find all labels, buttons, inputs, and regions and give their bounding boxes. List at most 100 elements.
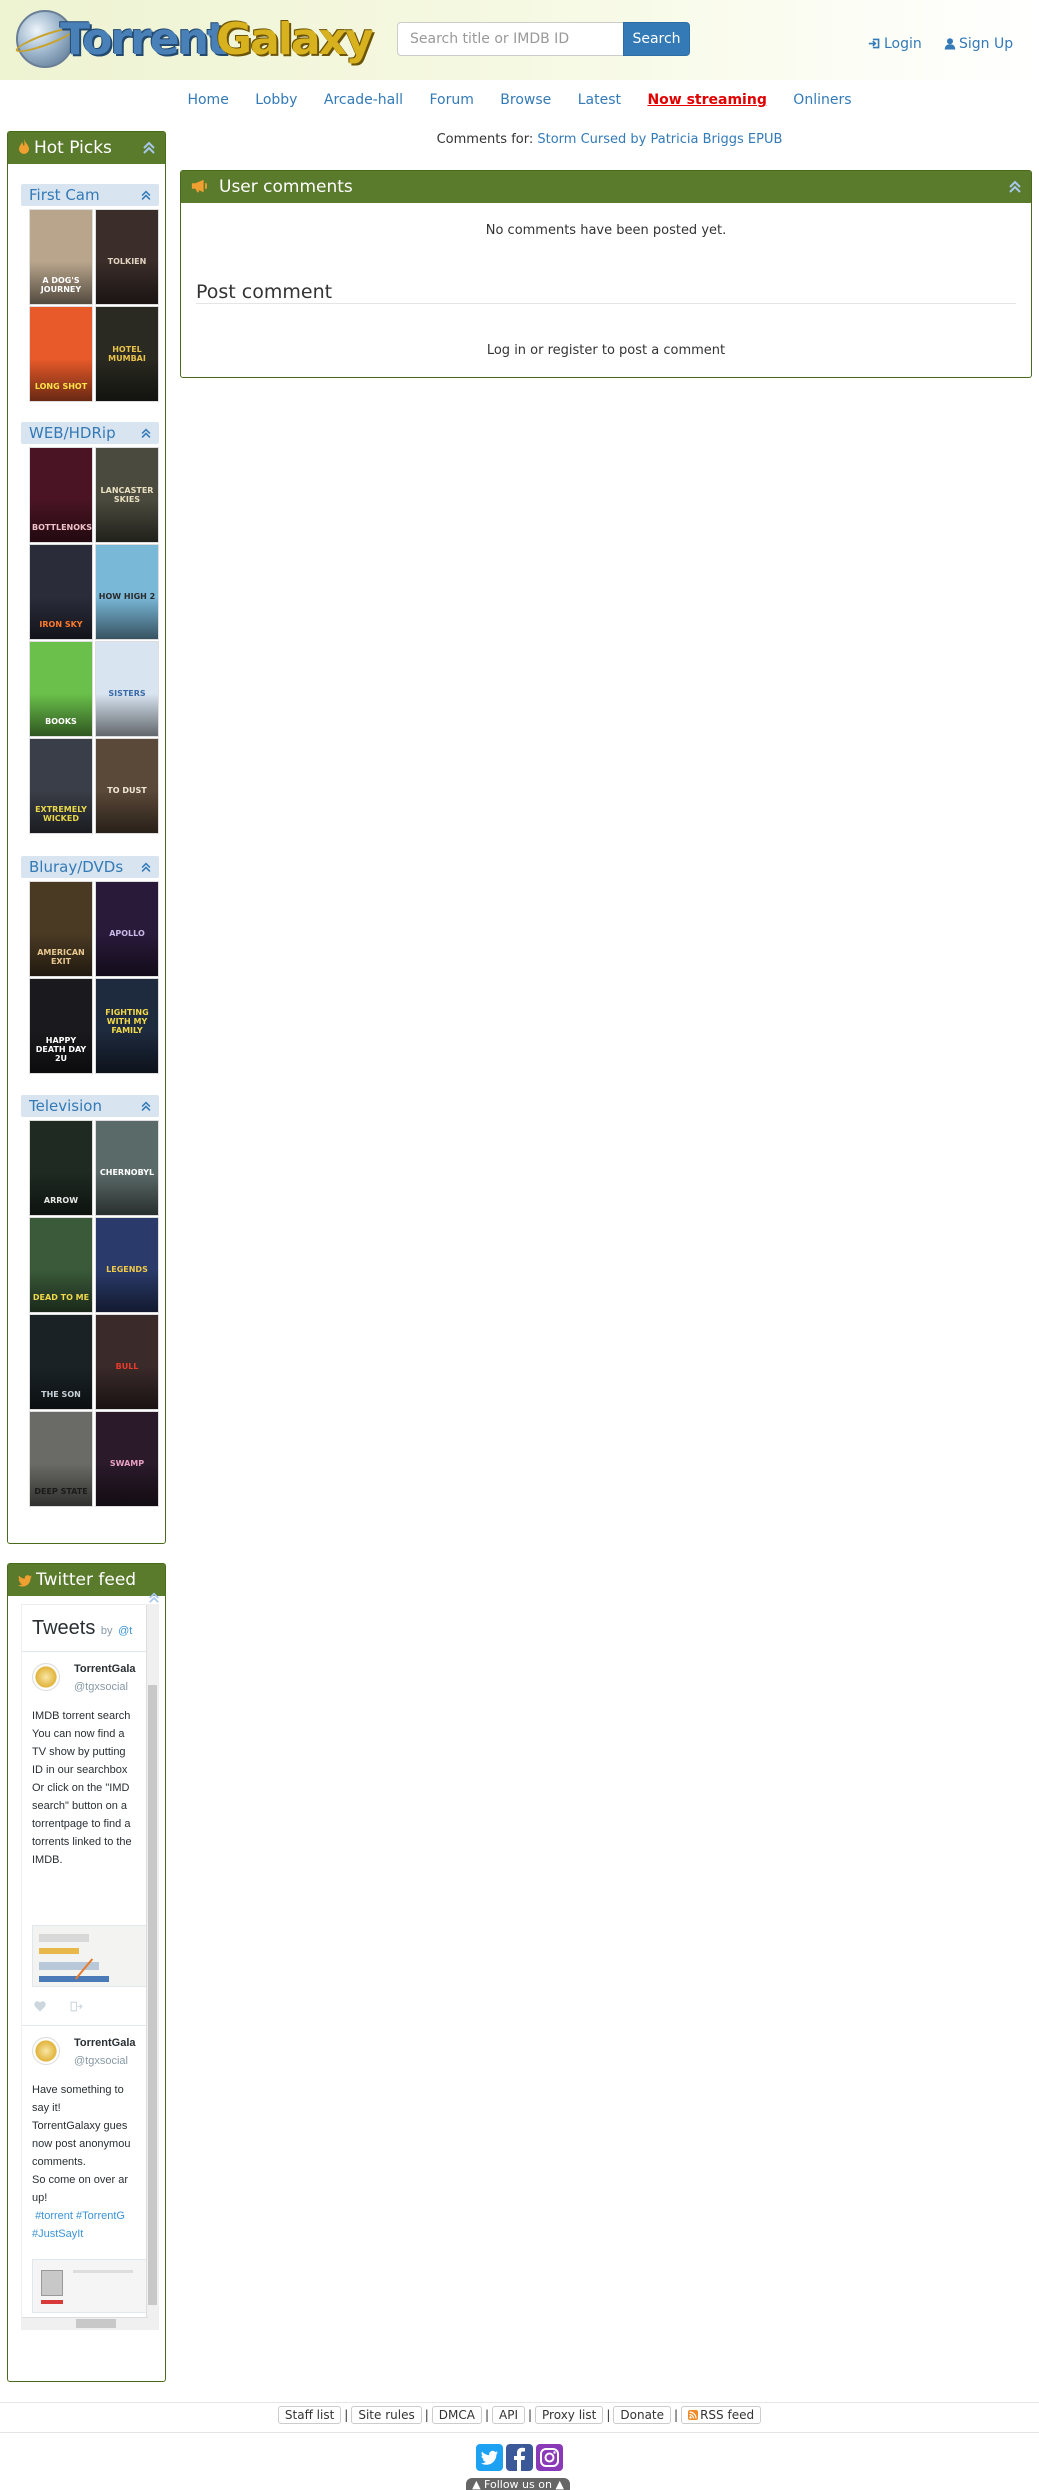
hashtag-link[interactable]: #TorrentG <box>76 2210 125 2222</box>
tweet-text: Have something to say it! TorrentGalaxy … <box>32 2084 131 2240</box>
category-web-hdrip: WEB/HDRip BOTTLENOKS LANCASTER SKIES IRON … <box>21 422 159 834</box>
poster-thumbnail[interactable]: DEAD TO ME <box>29 1217 93 1313</box>
hot-picks-panel: Hot Picks First Cam A DOG'S JOURNEY TOLKI… <box>7 131 166 1544</box>
collapse-up-icon[interactable] <box>1009 180 1021 194</box>
megaphone-icon <box>191 179 207 193</box>
facebook-icon[interactable] <box>506 2444 533 2471</box>
nav-home[interactable]: Home <box>187 92 228 108</box>
footer-staff-list[interactable]: Staff list <box>277 2406 342 2424</box>
poster-thumbnail[interactable]: HAPPY DEATH DAY 2U <box>29 978 93 1074</box>
hot-picks-header[interactable]: Hot Picks <box>8 132 165 164</box>
twitter-vertical-scrollbar[interactable] <box>146 1605 158 2329</box>
collapse-up-icon[interactable] <box>141 1101 151 1112</box>
collapse-up-icon[interactable] <box>141 190 151 201</box>
collapse-up-icon[interactable] <box>141 862 151 873</box>
poster-thumbnail[interactable]: BOOKS <box>29 641 93 737</box>
poster-thumbnail[interactable]: TO DUST <box>95 738 159 834</box>
poster-thumbnail[interactable]: TOLKIEN <box>95 209 159 305</box>
follow-us-tab[interactable]: ▲ Follow us on ▲ <box>466 2478 570 2490</box>
poster-thumbnail[interactable]: AMERICAN EXIT <box>29 881 93 977</box>
tweet-author-handle[interactable]: @tgxsocial <box>74 1681 128 1693</box>
poster-thumbnail[interactable]: THE SON <box>29 1314 93 1410</box>
signup-link[interactable]: Sign Up <box>944 36 1013 52</box>
poster-thumbnail[interactable]: IRON SKY <box>29 544 93 640</box>
poster-title: TO DUST <box>107 786 147 795</box>
twitter-header[interactable]: Twitter feed <box>8 1564 165 1596</box>
poster-thumbnail[interactable]: ARROW <box>29 1120 93 1216</box>
poster-thumbnail[interactable]: HOTEL MUMBAI <box>95 306 159 402</box>
poster-thumbnail[interactable]: LANCASTER SKIES <box>95 447 159 543</box>
share-icon[interactable] <box>70 2001 83 2012</box>
poster-title: HOW HIGH 2 <box>98 592 156 601</box>
twitter-icon[interactable] <box>476 2444 503 2471</box>
poster-thumbnail[interactable]: CHERNOBYL <box>95 1120 159 1216</box>
tweet-image[interactable] <box>32 2259 148 2313</box>
poster-title: THE SON <box>41 1390 81 1399</box>
poster-thumbnail[interactable]: BOTTLENOKS <box>29 447 93 543</box>
category-header[interactable]: First Cam <box>21 184 159 206</box>
poster-title: LANCASTER SKIES <box>100 486 154 504</box>
footer-site-rules[interactable]: Site rules <box>351 2406 422 2424</box>
poster-thumbnail[interactable]: APOLLO <box>95 881 159 977</box>
twitter-timeline[interactable]: Tweets by @t TorrentGala @tgxsocial IMDB… <box>21 1604 159 2330</box>
footer-dmca[interactable]: DMCA <box>431 2406 482 2424</box>
comments-for-prefix: Comments for: <box>436 132 534 147</box>
user-comments-header[interactable]: User comments <box>181 171 1031 203</box>
collapse-up-icon[interactable] <box>143 141 155 155</box>
nav-arcade-hall[interactable]: Arcade-hall <box>324 92 403 108</box>
poster-thumbnail[interactable]: SISTERS <box>95 641 159 737</box>
nav-onliners[interactable]: Onliners <box>793 92 851 108</box>
hashtag-link[interactable]: #torrent <box>35 2210 73 2222</box>
collapse-up-icon[interactable] <box>148 1592 160 1604</box>
category-header[interactable]: Television <box>21 1095 159 1117</box>
tweet-image[interactable] <box>32 1925 148 1987</box>
comments-for-line: Comments for: Storm Cursed by Patricia B… <box>180 132 1039 147</box>
poster-thumbnail[interactable]: FIGHTING WITH MY FAMILY <box>95 978 159 1074</box>
follow-us-label: Follow us on <box>484 2478 552 2490</box>
nav-forum[interactable]: Forum <box>429 92 473 108</box>
tweet-author-handle[interactable]: @tgxsocial <box>74 2055 128 2067</box>
torrent-title-link[interactable]: Storm Cursed by Patricia Briggs EPUB <box>537 132 782 147</box>
nav-now-streaming[interactable]: Now streaming <box>647 92 766 108</box>
category-bluray-dvds: Bluray/DVDs AMERICAN EXIT APOLLO HAPPY DEA… <box>21 856 159 1074</box>
footer-proxy-list[interactable]: Proxy list <box>535 2406 604 2424</box>
poster-thumbnail[interactable]: LONG SHOT <box>29 306 93 402</box>
by-handle[interactable]: @t <box>118 1625 132 1637</box>
instagram-icon[interactable] <box>536 2444 563 2471</box>
search-button[interactable]: Search <box>623 22 690 56</box>
poster-title: BOTTLENOKS <box>32 523 93 532</box>
tgx-avatar[interactable] <box>32 2037 60 2065</box>
footer-api[interactable]: API <box>492 2406 525 2424</box>
nav-browse[interactable]: Browse <box>500 92 551 108</box>
separator: | <box>674 2408 679 2422</box>
nav-lobby[interactable]: Lobby <box>255 92 297 108</box>
nav-latest[interactable]: Latest <box>578 92 621 108</box>
poster-thumbnail[interactable]: EXTREMELY WICKED <box>29 738 93 834</box>
poster-thumbnail[interactable]: A DOG'S JOURNEY <box>29 209 93 305</box>
login-link[interactable]: Login <box>868 36 922 52</box>
user-icon <box>944 38 956 50</box>
poster-thumbnail[interactable]: HOW HIGH 2 <box>95 544 159 640</box>
poster-thumbnail[interactable]: DEEP STATE <box>29 1411 93 1507</box>
tweet-author-name[interactable]: TorrentGala <box>74 1663 136 1675</box>
tgx-avatar[interactable] <box>32 1663 60 1691</box>
tweets-label: Tweets <box>32 1617 96 1639</box>
like-icon[interactable] <box>34 2001 46 2012</box>
collapse-up-icon[interactable] <box>141 428 151 439</box>
poster-thumbnail[interactable]: SWAMP <box>95 1411 159 1507</box>
site-logo[interactable]: Torrent Galaxy <box>13 8 378 72</box>
footer-donate[interactable]: Donate <box>613 2406 672 2424</box>
tweet-author-name[interactable]: TorrentGala <box>74 2037 136 2049</box>
login-to-comment-message[interactable]: Log in or register to post a comment <box>181 343 1031 358</box>
category-header[interactable]: Bluray/DVDs <box>21 856 159 878</box>
poster-thumbnail[interactable]: BULL <box>95 1314 159 1410</box>
poster-thumbnail[interactable]: LEGENDS <box>95 1217 159 1313</box>
hashtag-link[interactable]: #JustSayIt <box>32 2228 83 2240</box>
fire-icon <box>19 139 29 154</box>
poster-title: IRON SKY <box>39 620 83 629</box>
footer-rss-feed[interactable]: RSS feed <box>681 2406 762 2424</box>
search-input[interactable] <box>397 22 624 56</box>
category-header[interactable]: WEB/HDRip <box>21 422 159 444</box>
twitter-horizontal-scrollbar[interactable] <box>22 2317 148 2329</box>
divider <box>196 303 1016 304</box>
